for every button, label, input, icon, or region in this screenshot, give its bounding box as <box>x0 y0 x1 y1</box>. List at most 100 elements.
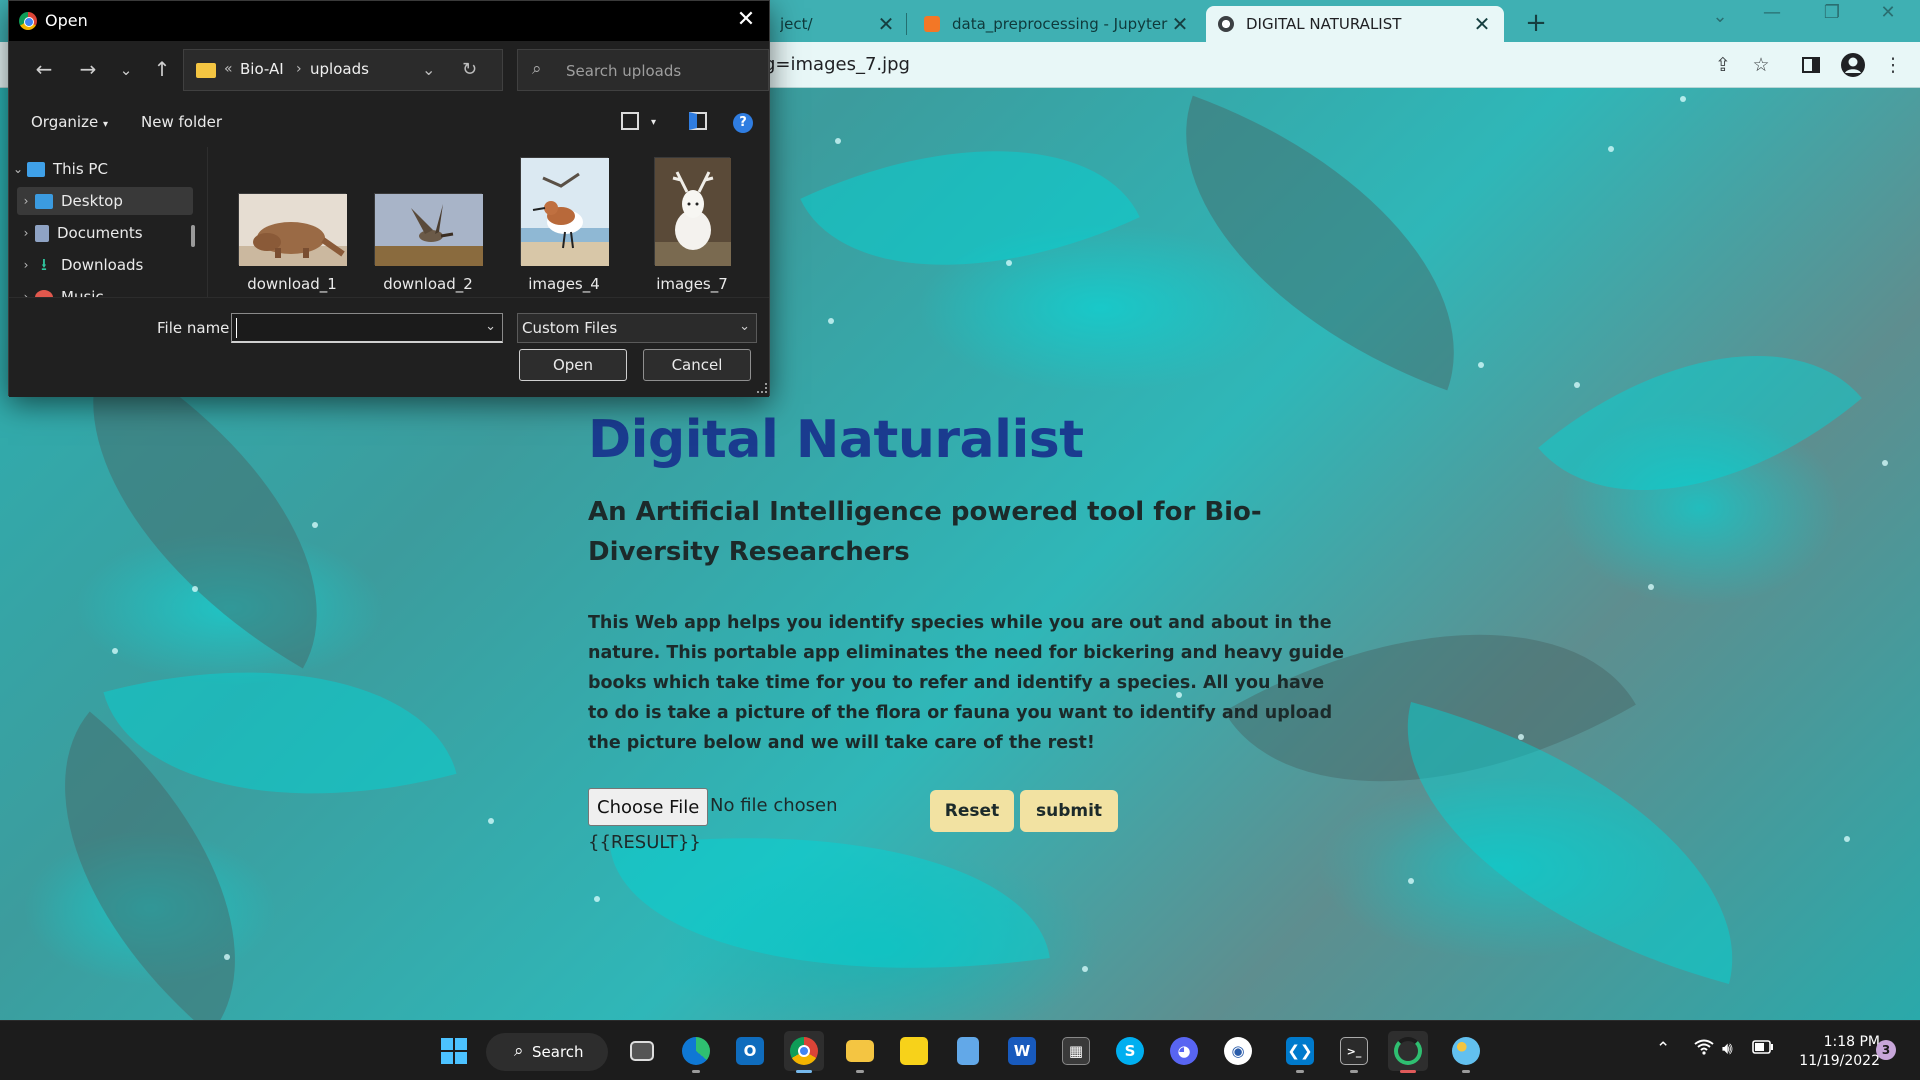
terminal-icon: >_ <box>1340 1037 1368 1065</box>
chevron-right-icon[interactable]: › <box>17 226 35 240</box>
chevron-right-icon[interactable]: › <box>17 290 35 297</box>
preview-pane-icon[interactable] <box>689 112 707 130</box>
bookmark-star-icon[interactable]: ☆ <box>1748 52 1774 78</box>
file-explorer-icon <box>846 1040 874 1062</box>
restore-icon[interactable]: ❐ <box>1812 2 1852 23</box>
wifi-icon[interactable] <box>1694 1039 1714 1060</box>
file-explorer-button[interactable] <box>840 1031 880 1073</box>
paint-button[interactable] <box>1446 1031 1486 1073</box>
chevron-down-icon[interactable]: ▾ <box>651 117 656 128</box>
file-item-images-7[interactable]: images_7 <box>637 151 747 293</box>
vscode-button[interactable]: ❮❯ <box>1280 1031 1320 1073</box>
help-icon[interactable]: ? <box>733 113 753 133</box>
file-item-images-4[interactable]: images_4 <box>509 151 619 293</box>
chevron-down-icon[interactable]: ⌄ <box>485 319 496 334</box>
forward-arrow-icon[interactable]: → <box>75 57 101 81</box>
tab-search-chevron-icon[interactable]: ⌄ <box>1700 6 1740 27</box>
spinner-app-icon <box>1394 1037 1422 1065</box>
chevron-down-icon[interactable]: ⌄ <box>422 60 435 79</box>
taskbar-search-button[interactable]: ⌕ Search <box>486 1033 608 1071</box>
cancel-button[interactable]: Cancel <box>643 349 751 381</box>
chevron-right-icon[interactable]: › <box>17 258 35 272</box>
window-close-icon[interactable]: ✕ <box>1868 2 1908 23</box>
profile-avatar-icon[interactable] <box>1840 52 1866 78</box>
share-icon[interactable]: ⇪ <box>1710 52 1736 78</box>
view-mode-icon[interactable] <box>621 112 639 130</box>
refresh-icon[interactable]: ↻ <box>462 59 477 80</box>
address-bar[interactable]: g=images_7.jpg <box>764 54 910 75</box>
start-button[interactable] <box>434 1031 474 1071</box>
nav-label: Music <box>61 288 104 297</box>
breadcrumb-item[interactable]: Bio-AI <box>240 60 284 78</box>
side-panel-icon[interactable] <box>1798 52 1824 78</box>
more-menu-icon[interactable]: ⋮ <box>1880 52 1906 78</box>
resize-grip[interactable] <box>757 383 767 393</box>
calculator-icon: ▦ <box>1062 1037 1090 1065</box>
sticky-notes-button[interactable] <box>894 1031 934 1071</box>
loading-app-button[interactable] <box>1388 1031 1428 1073</box>
word-button[interactable]: W <box>1002 1031 1042 1071</box>
notification-badge[interactable]: 3 <box>1876 1040 1896 1060</box>
battery-icon[interactable] <box>1752 1039 1774 1059</box>
calculator-button[interactable]: ▦ <box>1056 1031 1096 1071</box>
wordpad-button[interactable]: ◉ <box>1218 1031 1258 1071</box>
speckle <box>112 648 118 654</box>
jupyter-icon <box>924 16 940 32</box>
organize-label: Organize <box>31 113 99 131</box>
chrome-button[interactable] <box>784 1031 824 1073</box>
search-input[interactable]: ⌕ Search uploads <box>517 49 769 91</box>
discord-button[interactable]: ◕ <box>1164 1031 1204 1071</box>
tab-jupyter[interactable]: data_preprocessing - Jupyter No ✕ <box>912 6 1202 42</box>
file-name-input[interactable]: ⌄ <box>231 313 503 343</box>
dialog-title: Open <box>45 11 88 30</box>
background-leaf <box>800 88 1140 344</box>
organize-menu[interactable]: Organize ▾ <box>31 113 108 131</box>
nav-item-downloads[interactable]: › ⭳ Downloads <box>17 251 193 279</box>
tab-project[interactable]: ject/ ✕ <box>768 6 908 42</box>
skype-button[interactable]: S <box>1110 1031 1150 1071</box>
outlook-button[interactable]: O <box>730 1031 770 1071</box>
breadcrumb-item[interactable]: uploads <box>310 60 369 78</box>
open-button[interactable]: Open <box>519 349 627 381</box>
system-clock[interactable]: 1:18 PM 11/19/2022 <box>1790 1033 1880 1071</box>
speckle <box>1478 362 1484 368</box>
new-tab-button[interactable]: + <box>1522 8 1550 38</box>
dialog-footer <box>9 297 769 397</box>
task-view-button[interactable] <box>622 1031 662 1071</box>
tab-digital-naturalist[interactable]: DIGITAL NATURALIST ✕ <box>1206 6 1504 42</box>
back-arrow-icon[interactable]: ← <box>31 57 57 81</box>
chevron-down-icon[interactable]: ⌄ <box>9 162 27 176</box>
close-icon[interactable]: ✕ <box>1472 12 1492 36</box>
terminal-button[interactable]: >_ <box>1334 1031 1374 1073</box>
file-item-download-2[interactable]: download_2 <box>373 151 483 293</box>
reset-button[interactable]: Reset <box>930 790 1014 832</box>
notepad-button[interactable] <box>948 1031 988 1071</box>
choose-file-button[interactable]: Choose File <box>588 788 709 826</box>
nav-item-music[interactable]: › Music <box>17 283 193 297</box>
speckle <box>192 586 198 592</box>
minimize-icon[interactable]: — <box>1752 2 1792 23</box>
recent-locations-chevron-icon[interactable]: ⌄ <box>113 61 139 79</box>
nav-scrollbar[interactable] <box>191 225 195 247</box>
background-leaf <box>1538 267 1862 579</box>
path-overflow-icon[interactable]: « <box>224 61 233 77</box>
file-type-select[interactable]: Custom Files ⌄ <box>517 313 757 343</box>
up-arrow-icon[interactable]: ↑ <box>149 57 175 81</box>
breadcrumb[interactable]: « Bio-AI › uploads ⌄ ↻ <box>183 49 503 91</box>
speckle <box>1882 460 1888 466</box>
volume-icon[interactable]: 🔊︎ <box>1722 1039 1733 1059</box>
nav-item-documents[interactable]: › Documents <box>17 219 193 247</box>
close-icon[interactable]: ✕ <box>731 7 761 32</box>
close-icon[interactable]: ✕ <box>876 12 896 36</box>
chevron-right-icon[interactable]: › <box>17 194 35 208</box>
clock-time: 1:18 PM <box>1823 1034 1880 1050</box>
file-item-download-1[interactable]: download_1 <box>237 151 347 293</box>
nav-item-this-pc[interactable]: ⌄ This PC <box>9 155 185 183</box>
submit-button[interactable]: submit <box>1020 790 1118 832</box>
notepad-icon <box>957 1037 979 1065</box>
nav-item-desktop[interactable]: › Desktop <box>17 187 193 215</box>
edge-button[interactable] <box>676 1031 716 1073</box>
show-hidden-icons-chevron-icon[interactable]: ⌃ <box>1656 1039 1670 1059</box>
close-icon[interactable]: ✕ <box>1170 12 1190 36</box>
new-folder-button[interactable]: New folder <box>141 113 222 131</box>
